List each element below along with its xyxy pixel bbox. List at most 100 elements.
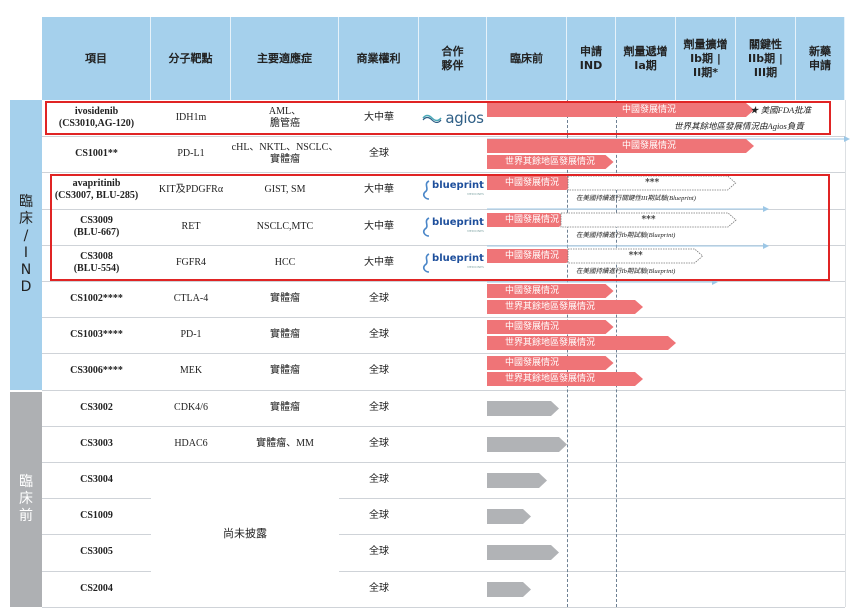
cell-project: CS3002	[80, 401, 113, 413]
cell-project: CS3004	[80, 474, 113, 486]
cell-rights: 全球	[369, 546, 389, 558]
progress-bar-preclinical	[487, 400, 559, 416]
progress-note: 在美國持續進行Ib期試驗(Blueprint)	[576, 231, 676, 239]
header-phase1a: 劑量遞增 Ia期	[616, 17, 676, 100]
blueprint-logo: blueprint MEDICINES	[419, 209, 487, 245]
cell-project: CS1001**	[75, 148, 118, 160]
progress-bar-label: 世界其餘地區發展情況	[505, 302, 596, 312]
cell-rights: 全球	[369, 437, 389, 449]
header-partner: 合作 夥伴	[419, 17, 487, 100]
cell-rights: 全球	[369, 474, 389, 486]
progress-bar-preclinical	[487, 581, 531, 597]
header-target: 分子靶點	[151, 17, 231, 100]
cell-rights: 全球	[369, 401, 389, 413]
cell-indication: 實體瘤	[270, 329, 300, 341]
cell-rights: 全球	[369, 582, 389, 594]
agios-logo: agios	[419, 100, 487, 136]
section-label-clinical-ind: 臨床 / I N D	[10, 100, 42, 390]
progress-bar-label: ***	[641, 214, 656, 225]
progress-bar-china: 中國發展情況	[487, 103, 754, 117]
cell-target: HDAC6	[174, 437, 208, 449]
blueprint-ribbon-icon	[423, 253, 430, 273]
cell-project: CS1009	[80, 510, 113, 522]
header-project: 項目	[42, 17, 151, 100]
progress-bar-world: 世界其餘地區發展情況	[487, 155, 614, 170]
progress-bar-world: 世界其餘地區發展情況	[487, 372, 643, 387]
cell-indication: 實體瘤	[270, 365, 300, 377]
cell-indication: 實體瘤、MM	[256, 437, 314, 449]
cell-rights: 全球	[369, 293, 389, 305]
cell-target: PD-1	[180, 329, 202, 341]
cell-target: RET	[181, 220, 201, 232]
progress-bar-preclinical	[487, 473, 547, 488]
cell-rights: 大中華	[364, 256, 394, 268]
progress-bar-label: ***	[645, 178, 660, 189]
progress-bar-china: 中國發展情況	[487, 284, 614, 298]
cell-target: PD-L1	[177, 148, 205, 160]
progress-bar-label: 中國發展情況	[622, 141, 677, 152]
cell-indication: NSCLC,MTC	[256, 220, 314, 232]
progress-bar-label: 中國發展情況	[505, 322, 560, 333]
cell-undisclosed: 尚未披露	[223, 528, 267, 541]
header-phase1b: 劑量擴增 Ib期 | II期*	[676, 17, 736, 100]
progress-bar-pending: ***	[560, 212, 737, 227]
section-label-char: 臨	[19, 193, 33, 210]
cell-rights: 全球	[369, 365, 389, 377]
progress-bar-china: 中國發展情況	[487, 212, 567, 227]
progress-bar-pending: ***	[567, 248, 704, 264]
blueprint-ribbon-icon	[423, 180, 430, 201]
progress-bar-china: 中國發展情況	[487, 139, 754, 154]
cell-target: FGFR4	[175, 256, 206, 268]
progress-bar-world: 世界其餘地區發展情況	[487, 336, 676, 351]
cell-target: KIT及PDGFRα	[158, 184, 224, 196]
table-bottom-line	[42, 606, 845, 608]
progress-bar-china: 中國發展情況	[487, 248, 575, 263]
agios-wave-icon	[422, 114, 442, 124]
section-label-preclinical: 臨床前	[10, 391, 42, 607]
header-ind: 申請 IND	[567, 17, 616, 100]
cell-project: CS3005	[80, 546, 113, 558]
cell-rights: 全球	[369, 329, 389, 341]
progress-bar-label: 中國發展情況	[505, 178, 560, 189]
cell-rights: 大中華	[364, 112, 394, 124]
cell-rights: 大中華	[364, 184, 394, 196]
cell-rights: 大中華	[364, 220, 394, 232]
section-label-char: I	[23, 244, 29, 261]
cell-project: CS3003	[80, 437, 113, 449]
blueprint-logo-subtext: MEDICINES	[467, 264, 484, 269]
cell-project: CS1003****	[70, 329, 123, 341]
progress-bar-pending: ***	[567, 175, 737, 191]
cell-project: CS2004	[80, 582, 113, 594]
section-label-char: 床	[19, 490, 33, 507]
progress-bar-world: 世界其餘地區發展情況	[487, 300, 643, 314]
cell-indication: 實體瘤	[270, 401, 300, 413]
progress-bar-label: 中國發展情況	[505, 358, 560, 369]
progress-bar-china: 中國發展情況	[487, 320, 614, 335]
progress-bar-preclinical	[487, 436, 567, 452]
progress-bar-label: 中國發展情況	[505, 286, 560, 296]
blueprint-logo-text: blueprint	[432, 252, 484, 264]
header-preclinical: 臨床前	[487, 17, 567, 100]
section-label-char: /	[23, 227, 29, 244]
cell-indication: HCC	[274, 256, 296, 268]
progress-bar-label: 世界其餘地區發展情況	[505, 374, 596, 385]
cell-project: CS3009 (BLU-667)	[73, 214, 120, 238]
progress-bar-china: 中國發展情況	[487, 356, 614, 371]
blueprint-logo-subtext: MEDICINES	[467, 228, 484, 233]
header-pivotal: 關鍵性 IIb期 | III期	[736, 17, 796, 100]
section-label-char: 臨	[19, 473, 33, 490]
blueprint-logo-text: blueprint	[432, 180, 484, 192]
section-label-char: 前	[19, 507, 33, 524]
cell-target: IDH1m	[175, 112, 207, 124]
cell-project: ivosidenib (CS3010,AG-120)	[58, 106, 135, 130]
section-label-char: D	[20, 278, 32, 295]
section-label-char: N	[20, 261, 32, 278]
blueprint-logo-subtext: MEDICINES	[467, 192, 484, 197]
blueprint-ribbon-icon	[423, 216, 430, 237]
progress-bar-label: 世界其餘地區發展情況	[505, 338, 596, 349]
progress-bar-label: 中國發展情況	[505, 250, 560, 261]
blueprint-logo: blueprint MEDICINES	[419, 245, 487, 281]
cell-project: CS3006****	[70, 365, 123, 377]
cell-indication: AML、 膽管癌	[268, 106, 302, 130]
progress-note: 在美國持續進行關鍵性III期試驗(Blueprint)	[576, 195, 696, 203]
